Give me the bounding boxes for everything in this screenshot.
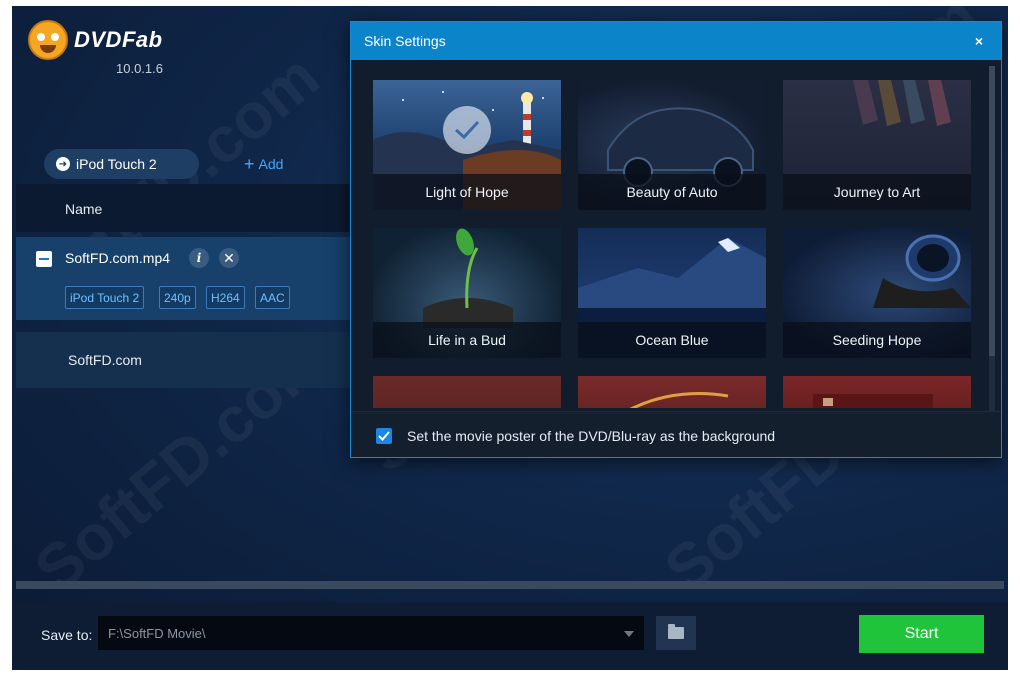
mascot-icon bbox=[28, 20, 68, 60]
skin-label: Life in a Bud bbox=[373, 322, 561, 358]
profile-label: iPod Touch 2 bbox=[76, 156, 157, 172]
skin-ocean-blue[interactable]: Ocean Blue bbox=[578, 228, 766, 358]
save-path-input[interactable] bbox=[98, 616, 644, 650]
poster-checkbox[interactable] bbox=[376, 428, 392, 444]
title-name: SoftFD.com bbox=[68, 352, 142, 368]
app-logo: DVDFab bbox=[28, 20, 163, 60]
file-row[interactable]: SoftFD.com.mp4 i ✕ iPod Touch 2 240p H26… bbox=[16, 237, 352, 320]
app-name: DVDFab bbox=[74, 27, 163, 52]
add-button[interactable]: + Add bbox=[244, 154, 284, 174]
save-to-label: Save to: bbox=[41, 627, 93, 643]
checkmark-icon bbox=[378, 431, 390, 441]
skin-journey-to-art[interactable]: Journey to Art bbox=[783, 80, 971, 210]
skin-label: Journey to Art bbox=[783, 174, 971, 210]
skin-label: Seeding Hope bbox=[783, 322, 971, 358]
skin-grid: Light of Hope Beauty of Auto Journey to … bbox=[373, 80, 973, 408]
start-button[interactable]: Start bbox=[859, 615, 984, 653]
train-scene bbox=[813, 394, 933, 408]
arrow-right-icon: ➜ bbox=[56, 157, 70, 171]
tag-video-codec[interactable]: H264 bbox=[206, 286, 245, 309]
skin-settings-dialog: Skin Settings × Light of Hope Beauty of … bbox=[350, 21, 1002, 458]
poster-option-label: Set the movie poster of the DVD/Blu-ray … bbox=[407, 428, 776, 444]
scroll-thumb[interactable] bbox=[989, 66, 995, 356]
skin-life-in-a-bud[interactable]: Life in a Bud bbox=[373, 228, 561, 358]
dialog-header: Skin Settings × bbox=[351, 22, 1001, 60]
title-row[interactable]: SoftFD.com bbox=[16, 332, 352, 388]
file-name: SoftFD.com.mp4 bbox=[65, 250, 171, 266]
skin-seeding-hope[interactable]: Seeding Hope bbox=[783, 228, 971, 358]
add-label: Add bbox=[258, 156, 284, 172]
dialog-footer: Set the movie poster of the DVD/Blu-ray … bbox=[351, 411, 1001, 457]
browse-folder-button[interactable] bbox=[656, 616, 696, 650]
road-scene bbox=[629, 392, 729, 408]
remove-icon[interactable]: ✕ bbox=[219, 248, 239, 268]
chevron-down-icon[interactable] bbox=[624, 631, 634, 637]
tag-resolution[interactable]: 240p bbox=[159, 286, 196, 309]
profile-button[interactable]: ➜ iPod Touch 2 bbox=[44, 149, 199, 179]
skin-tile[interactable] bbox=[783, 376, 971, 408]
info-icon[interactable]: i bbox=[189, 248, 209, 268]
folder-icon bbox=[668, 624, 684, 639]
selected-check-icon bbox=[443, 106, 491, 154]
skin-label: Ocean Blue bbox=[578, 322, 766, 358]
app-version: 10.0.1.6 bbox=[116, 61, 163, 76]
plus-icon: + bbox=[244, 154, 255, 174]
dialog-scrollbar[interactable] bbox=[989, 66, 995, 412]
skin-beauty-of-auto[interactable]: Beauty of Auto bbox=[578, 80, 766, 210]
skin-tile[interactable] bbox=[578, 376, 766, 408]
tag-profile[interactable]: iPod Touch 2 bbox=[65, 286, 145, 309]
skin-label: Light of Hope bbox=[373, 174, 561, 210]
app-window: SoftFD.com SoftFD.com SoftFD.com SoftFD.… bbox=[12, 6, 1008, 670]
list-header: Name bbox=[16, 184, 352, 232]
skin-tile[interactable] bbox=[373, 376, 561, 408]
name-column-header: Name bbox=[65, 201, 103, 217]
dialog-title: Skin Settings bbox=[364, 33, 446, 49]
skin-label: Beauty of Auto bbox=[578, 174, 766, 210]
collapse-icon[interactable] bbox=[36, 251, 52, 267]
tag-audio-codec[interactable]: AAC bbox=[255, 286, 290, 309]
close-icon[interactable]: × bbox=[975, 33, 983, 49]
skin-light-of-hope[interactable]: Light of Hope bbox=[373, 80, 561, 210]
progress-bar bbox=[16, 581, 1004, 589]
